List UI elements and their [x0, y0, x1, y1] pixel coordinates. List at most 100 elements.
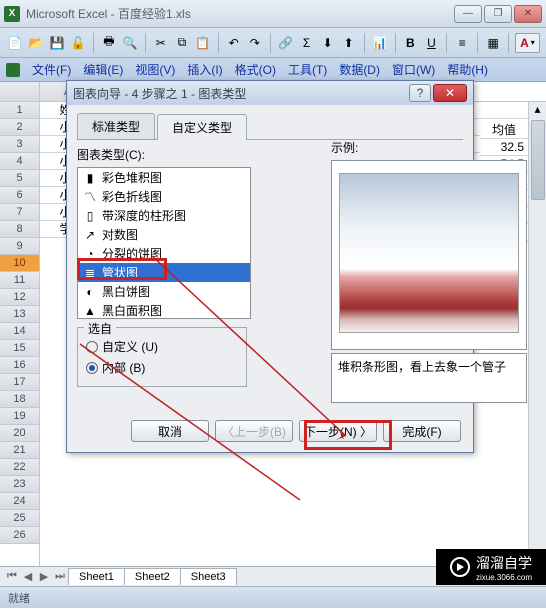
bold-icon[interactable]: B	[401, 32, 419, 54]
radio-custom[interactable]: 自定义 (U)	[86, 338, 238, 355]
undo-icon[interactable]: ↶	[225, 32, 243, 54]
row-head[interactable]: 22	[0, 459, 39, 476]
sum-icon[interactable]: Σ	[298, 32, 316, 54]
tube-chart-icon: ≣	[82, 266, 98, 280]
watermark-url: zixue.3066.com	[476, 573, 532, 582]
dialog-tabs: 标准类型 自定义类型	[77, 113, 463, 140]
tab-nav-prev[interactable]: ◀	[20, 569, 36, 585]
row-head[interactable]: 25	[0, 510, 39, 527]
list-item[interactable]: 〽彩色折线图	[78, 187, 250, 206]
minimize-button[interactable]: ―	[454, 5, 482, 23]
radio-builtin[interactable]: 内部 (B)	[86, 359, 238, 376]
chart-type-list[interactable]: ▮彩色堆积图 〽彩色折线图 ▯带深度的柱形图 ↗对数图 ◔分裂的饼图 ≣管状图 …	[77, 167, 251, 319]
menu-view[interactable]: 视图(V)	[129, 59, 181, 80]
save-icon[interactable]: 💾	[48, 32, 66, 54]
close-button[interactable]: ✕	[514, 5, 542, 23]
dialog-help-button[interactable]: ?	[409, 84, 431, 102]
row-head[interactable]: 1	[0, 102, 39, 119]
row-head[interactable]: 8	[0, 221, 39, 238]
list-item[interactable]: ◐黑白饼图	[78, 282, 250, 301]
new-icon[interactable]: 📄	[6, 32, 24, 54]
row-head[interactable]: 16	[0, 357, 39, 374]
select-all-corner[interactable]	[0, 82, 40, 101]
cell[interactable]: 均值	[480, 122, 528, 139]
row-head[interactable]: 18	[0, 391, 39, 408]
menu-data[interactable]: 数据(D)	[333, 59, 386, 80]
row-head[interactable]: 3	[0, 136, 39, 153]
row-head[interactable]: 14	[0, 323, 39, 340]
tab-nav-first[interactable]: ⏮	[4, 569, 20, 585]
menu-file[interactable]: 文件(F)	[26, 59, 77, 80]
row-head[interactable]: 23	[0, 476, 39, 493]
row-head[interactable]: 4	[0, 153, 39, 170]
borders-icon[interactable]: ▦	[484, 32, 502, 54]
scroll-thumb[interactable]	[531, 120, 545, 200]
stacked-bar-icon: ▮	[82, 171, 98, 185]
row-head[interactable]: 11	[0, 272, 39, 289]
sort-asc-icon[interactable]: ⬇	[319, 32, 337, 54]
chart-icon[interactable]: 📊	[371, 32, 389, 54]
back-button[interactable]: 〈上一步(B)	[215, 420, 293, 442]
tab-standard[interactable]: 标准类型	[77, 113, 155, 139]
finish-button[interactable]: 完成(F)	[383, 420, 461, 442]
maximize-button[interactable]: ❐	[484, 5, 512, 23]
menu-edit[interactable]: 编辑(E)	[77, 59, 129, 80]
row-head[interactable]: 19	[0, 408, 39, 425]
list-item-selected[interactable]: ≣管状图	[78, 263, 250, 282]
row-head[interactable]: 20	[0, 425, 39, 442]
menu-help[interactable]: 帮助(H)	[441, 59, 494, 80]
print-icon[interactable]: 🖶	[100, 32, 118, 54]
row-head[interactable]: 9	[0, 238, 39, 255]
vertical-scrollbar[interactable]: ▴	[528, 102, 546, 564]
menu-window[interactable]: 窗口(W)	[386, 59, 441, 80]
row-head[interactable]: 13	[0, 306, 39, 323]
row-head[interactable]: 12	[0, 289, 39, 306]
preview-icon[interactable]: 🔍	[121, 32, 139, 54]
sheet-tab[interactable]: Sheet1	[68, 568, 125, 585]
cut-icon[interactable]: ✂	[152, 32, 170, 54]
log-chart-icon: ↗	[82, 228, 98, 242]
list-item[interactable]: ◔分裂的饼图	[78, 244, 250, 263]
row-head[interactable]: 6	[0, 187, 39, 204]
tab-custom[interactable]: 自定义类型	[157, 114, 247, 140]
chart-preview	[331, 160, 527, 350]
cancel-button[interactable]: 取消	[131, 420, 209, 442]
watermark: 溜溜自学 zixue.3066.com	[436, 549, 546, 585]
row-head[interactable]: 5	[0, 170, 39, 187]
redo-icon[interactable]: ↷	[246, 32, 264, 54]
list-item[interactable]: ▲黑白面积图	[78, 301, 250, 319]
row-head[interactable]: 2	[0, 119, 39, 136]
watermark-text: 溜溜自学	[476, 553, 532, 573]
dialog-title: 图表向导 - 4 步骤之 1 - 图表类型	[73, 85, 409, 102]
standard-toolbar: 📄 📂 💾 🔓 🖶 🔍 ✂ ⧉ 📋 ↶ ↷ 🔗 Σ ⬇ ⬆ 📊 B U ≡ ▦ …	[0, 28, 546, 58]
menu-tools[interactable]: 工具(T)	[282, 59, 333, 80]
row-head[interactable]: 24	[0, 493, 39, 510]
menu-format[interactable]: 格式(O)	[229, 59, 282, 80]
row-head[interactable]: 17	[0, 374, 39, 391]
align-icon[interactable]: ≡	[453, 32, 471, 54]
tab-nav-last[interactable]: ⏭	[52, 569, 68, 585]
sheet-tab[interactable]: Sheet3	[180, 568, 237, 585]
list-item[interactable]: ▮彩色堆积图	[78, 168, 250, 187]
tab-nav-next[interactable]: ▶	[36, 569, 52, 585]
row-head[interactable]: 7	[0, 204, 39, 221]
menu-insert[interactable]: 插入(I)	[181, 59, 228, 80]
open-icon[interactable]: 📂	[27, 32, 45, 54]
row-head[interactable]: 15	[0, 340, 39, 357]
list-item[interactable]: ↗对数图	[78, 225, 250, 244]
list-item[interactable]: ▯带深度的柱形图	[78, 206, 250, 225]
font-color-button[interactable]: A▾	[515, 33, 540, 53]
next-button[interactable]: 下一步(N) 〉	[299, 420, 377, 442]
column-3d-icon: ▯	[82, 209, 98, 223]
paste-icon[interactable]: 📋	[194, 32, 212, 54]
dialog-close-button[interactable]: ✕	[433, 84, 467, 102]
row-head[interactable]: 26	[0, 527, 39, 544]
hyperlink-icon[interactable]: 🔗	[277, 32, 295, 54]
row-head[interactable]: 21	[0, 442, 39, 459]
sheet-tab[interactable]: Sheet2	[124, 568, 181, 585]
underline-icon[interactable]: U	[422, 32, 440, 54]
sort-desc-icon[interactable]: ⬆	[340, 32, 358, 54]
row-head-selected[interactable]: 10	[0, 255, 39, 272]
copy-icon[interactable]: ⧉	[173, 32, 191, 54]
permission-icon[interactable]: 🔓	[69, 32, 87, 54]
